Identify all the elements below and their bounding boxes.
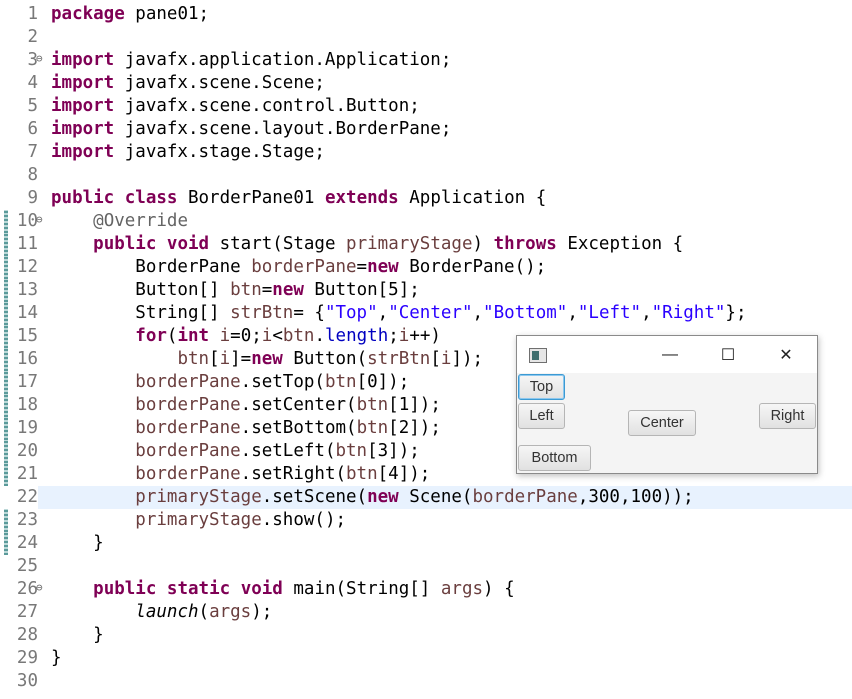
line-number: 18 xyxy=(16,395,38,415)
line-number: 27 xyxy=(16,602,38,622)
line-number: 12 xyxy=(16,257,38,277)
top-button[interactable]: Top xyxy=(518,374,565,400)
bottom-button[interactable]: Bottom xyxy=(518,445,591,471)
code-line[interactable]: 23 primaryStage.show(); xyxy=(0,509,852,532)
line-number: 20 xyxy=(16,441,38,461)
line-number: 5 xyxy=(27,96,38,116)
code-text: BorderPane borderPane=new BorderPane(); xyxy=(51,257,547,277)
code-text: public static void main(String[] args) { xyxy=(93,579,515,599)
code-line[interactable]: 25 xyxy=(0,555,852,578)
line-number: 6 xyxy=(27,119,38,139)
line-number: 2 xyxy=(27,27,38,47)
code-text: } xyxy=(51,625,104,645)
code-line[interactable]: 4 import javafx.scene.Scene; xyxy=(0,72,852,95)
line-number: 26 xyxy=(16,579,38,599)
code-line[interactable]: 9 public class BorderPane01 extends Appli… xyxy=(0,187,852,210)
code-text: import javafx.scene.layout.BorderPane; xyxy=(51,119,452,139)
code-text: } xyxy=(51,648,62,668)
line-number: 19 xyxy=(16,418,38,438)
code-line[interactable]: 8 xyxy=(0,164,852,187)
line-number: 16 xyxy=(16,349,38,369)
code-text: primaryStage.show(); xyxy=(135,510,347,530)
code-text: for(int i=0;i<btn.length;i++) xyxy=(135,326,441,346)
code-line[interactable]: 14 String[] strBtn= {"Top","Center","Bot… xyxy=(0,302,852,325)
line-number: 1 xyxy=(27,4,38,24)
code-text: package pane01; xyxy=(51,4,210,24)
code-line[interactable]: 6 import javafx.scene.layout.BorderPane; xyxy=(0,118,852,141)
code-line[interactable]: 2 xyxy=(0,26,852,49)
line-number: 4 xyxy=(27,73,38,93)
code-line[interactable]: 24 } xyxy=(0,532,852,555)
line-number: 9 xyxy=(27,188,38,208)
minimize-icon[interactable]: — xyxy=(647,336,693,373)
code-line[interactable]: 26 ⊖ public static void main(String[] arg… xyxy=(0,578,852,601)
code-text: import javafx.scene.control.Button; xyxy=(51,96,420,116)
code-line[interactable]: 7 import javafx.stage.Stage; xyxy=(0,141,852,164)
code-text: public void start(Stage primaryStage) th… xyxy=(93,234,684,254)
code-text: public class BorderPane01 extends Applic… xyxy=(51,188,547,208)
code-text: btn[i]=new Button(strBtn[i]); xyxy=(177,349,484,369)
code-text: borderPane.setCenter(btn[1]); xyxy=(135,395,441,415)
line-number: 11 xyxy=(16,234,38,254)
line-number: 22 xyxy=(0,486,38,509)
line-number: 7 xyxy=(27,142,38,162)
line-number: 30 xyxy=(16,671,38,691)
line-number: 21 xyxy=(16,464,38,484)
line-number: 28 xyxy=(16,625,38,645)
code-text: @Override xyxy=(93,211,188,231)
code-text: import javafx.application.Application; xyxy=(51,50,452,70)
line-number: 8 xyxy=(27,165,38,185)
line-number: 15 xyxy=(16,326,38,346)
code-line[interactable]: 3 ⊖ import javafx.application.Application; xyxy=(0,49,852,72)
code-text: } xyxy=(51,533,104,553)
code-text: borderPane.setRight(btn[4]); xyxy=(135,464,431,484)
code-line[interactable]: 12 BorderPane borderPane=new BorderPane(… xyxy=(0,256,852,279)
line-number: 23 xyxy=(16,510,38,530)
code-text: String[] strBtn= {"Top","Center","Bottom… xyxy=(51,303,747,323)
app-window-icon xyxy=(529,348,547,363)
line-number: 29 xyxy=(16,648,38,668)
line-number: 25 xyxy=(16,556,38,576)
code-text: import javafx.scene.Scene; xyxy=(51,73,325,93)
line-number: 24 xyxy=(16,533,38,553)
code-text: Button[] btn=new Button[5]; xyxy=(51,280,420,300)
close-icon[interactable]: ✕ xyxy=(763,336,809,373)
code-line[interactable]: 22 primaryStage.setScene(new Scene(borde… xyxy=(0,486,852,509)
fold-toggle-icon[interactable]: ⊖ xyxy=(36,52,43,66)
line-number: 13 xyxy=(16,280,38,300)
line-number: 10 xyxy=(16,211,38,231)
code-text: borderPane.setBottom(btn[2]); xyxy=(135,418,441,438)
javafx-window: — ☐ ✕ Top Left Center Right Bottom xyxy=(516,335,818,474)
code-line[interactable]: 11 public void start(Stage primaryStage)… xyxy=(0,233,852,256)
line-number: 14 xyxy=(16,303,38,323)
code-line[interactable]: 10 ⊖ @Override xyxy=(0,210,852,233)
code-line[interactable]: 29} xyxy=(0,647,852,670)
code-line[interactable]: 1 package pane01; xyxy=(0,3,852,26)
code-text: borderPane.setLeft(btn[3]); xyxy=(135,441,420,461)
code-text: launch(args); xyxy=(135,602,273,622)
code-line[interactable]: 13 Button[] btn=new Button[5]; xyxy=(0,279,852,302)
right-button[interactable]: Right xyxy=(759,403,816,429)
code-line[interactable]: 27 launch(args); xyxy=(0,601,852,624)
code-line[interactable]: 30 xyxy=(0,670,852,693)
window-titlebar[interactable]: — ☐ ✕ xyxy=(517,336,817,373)
maximize-icon[interactable]: ☐ xyxy=(705,336,751,373)
code-line[interactable]: 5 import javafx.scene.control.Button; xyxy=(0,95,852,118)
line-number: 3 xyxy=(27,50,38,70)
code-text: borderPane.setTop(btn[0]); xyxy=(135,372,410,392)
left-button[interactable]: Left xyxy=(518,403,565,429)
code-line[interactable]: 28 } xyxy=(0,624,852,647)
fold-toggle-icon[interactable]: ⊖ xyxy=(36,213,43,227)
center-button[interactable]: Center xyxy=(628,410,696,436)
code-text: import javafx.stage.Stage; xyxy=(51,142,325,162)
fold-toggle-icon[interactable]: ⊖ xyxy=(36,581,43,595)
code-text: primaryStage.setScene(new Scene(borderPa… xyxy=(135,487,694,507)
line-number: 17 xyxy=(16,372,38,392)
